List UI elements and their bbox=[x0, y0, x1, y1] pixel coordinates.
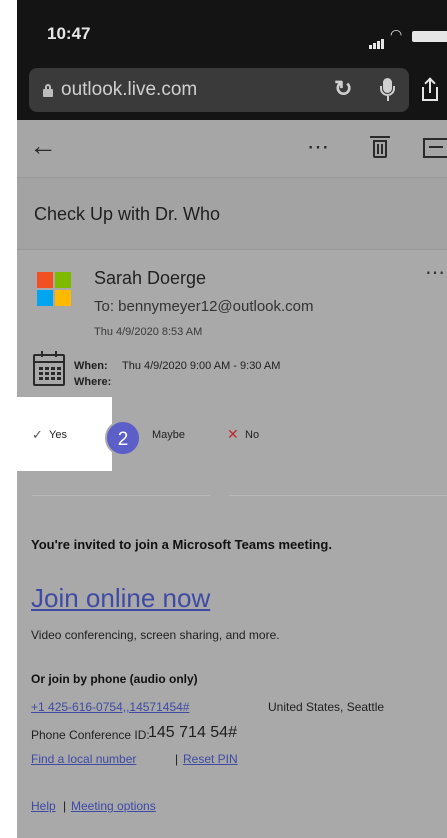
find-local-number-link[interactable]: Find a local number bbox=[31, 752, 136, 766]
email-subject: Check Up with Dr. Who bbox=[34, 204, 221, 224]
recipient-line: To: bennymeyer12@outlook.com bbox=[94, 298, 314, 315]
lock-icon bbox=[43, 84, 53, 97]
when-value: Thu 4/9/2020 9:00 AM - 9:30 AM bbox=[122, 360, 281, 372]
phone-location: United States, Seattle bbox=[268, 700, 385, 714]
yes-label[interactable]: Yes bbox=[49, 429, 67, 441]
teams-invite-heading: You're invited to join a Microsoft Teams… bbox=[31, 537, 332, 552]
microphone-icon[interactable] bbox=[378, 78, 398, 104]
wifi-icon: ◠ bbox=[390, 26, 403, 42]
reload-icon[interactable]: ↻ bbox=[334, 76, 352, 102]
trash-icon[interactable] bbox=[370, 136, 390, 158]
status-bar: 10:47 ◠ bbox=[17, 0, 447, 58]
sender-name[interactable]: Sarah Doerge bbox=[94, 268, 206, 289]
divider bbox=[32, 495, 210, 496]
mail-toolbar: ← ⋯ bbox=[17, 120, 447, 178]
sender-avatar bbox=[37, 272, 71, 306]
meeting-options-link[interactable]: Meeting options bbox=[71, 799, 156, 813]
calendar-icon bbox=[33, 351, 65, 386]
join-description: Video conferencing, screen sharing, and … bbox=[31, 628, 280, 642]
maybe-button[interactable]: Maybe bbox=[152, 429, 185, 441]
share-icon[interactable] bbox=[420, 77, 440, 102]
divider bbox=[229, 495, 447, 496]
link-separator: | bbox=[175, 752, 179, 766]
message-card: Sarah Doerge To: bennymeyer12@outlook.co… bbox=[17, 250, 447, 838]
when-label: When: bbox=[74, 360, 108, 372]
no-button[interactable]: No bbox=[245, 429, 259, 441]
conference-id-value: 145 714 54# bbox=[148, 724, 237, 741]
link-separator: | bbox=[63, 799, 67, 813]
cell-signal-icon bbox=[369, 31, 385, 49]
conference-id-label: Phone Conference ID: bbox=[31, 728, 150, 742]
back-arrow-icon[interactable]: ← bbox=[29, 132, 57, 160]
phone-join-heading: Or join by phone (audio only) bbox=[31, 672, 198, 686]
browser-address-bar: outlook.live.com ↻ bbox=[17, 58, 447, 120]
battery-icon bbox=[412, 31, 447, 42]
help-link[interactable]: Help bbox=[31, 799, 56, 813]
status-time: 10:47 bbox=[47, 24, 91, 43]
phone-number-link[interactable]: +1 425-616-0754,,14571454# bbox=[31, 700, 189, 714]
archive-icon[interactable] bbox=[423, 138, 447, 158]
sent-date: Thu 4/9/2020 8:53 AM bbox=[94, 326, 203, 338]
check-icon: ✓ bbox=[32, 427, 43, 442]
decline-x-icon[interactable]: ✕ bbox=[227, 426, 239, 443]
join-online-link[interactable]: Join online now bbox=[31, 583, 210, 614]
more-icon[interactable]: ⋯ bbox=[307, 134, 330, 160]
reset-pin-link[interactable]: Reset PIN bbox=[183, 752, 238, 766]
url-field[interactable]: outlook.live.com ↻ bbox=[29, 68, 409, 112]
phone-screen: 10:47 ◠ outlook.live.com ↻ ← ⋯ Check Up … bbox=[17, 0, 447, 838]
step-number-badge: 2 bbox=[105, 420, 141, 456]
where-label: Where: bbox=[74, 376, 112, 388]
url-text[interactable]: outlook.live.com bbox=[61, 79, 197, 101]
message-more-icon[interactable]: ⋯ bbox=[425, 260, 445, 285]
subject-row: Check Up with Dr. Who bbox=[17, 178, 447, 250]
